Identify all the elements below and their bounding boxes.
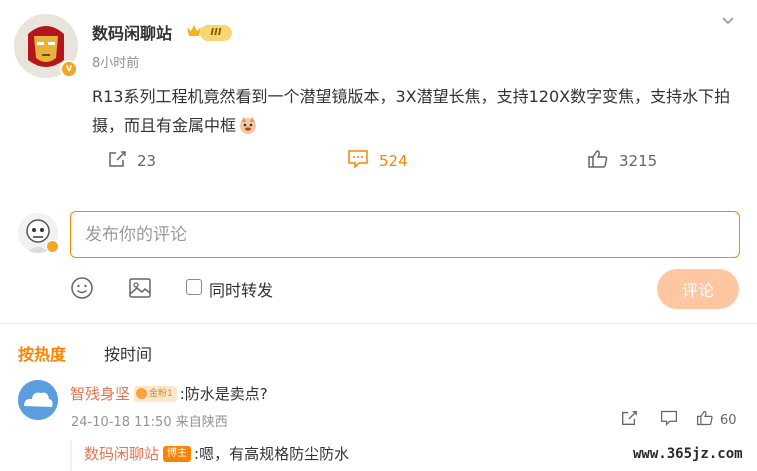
comment-share-button[interactable]	[620, 409, 638, 431]
member-level-badge[interactable]: III	[200, 25, 232, 41]
reply-item: 数码闲聊站 博主 :嗯，有高规格防尘防水	[84, 443, 349, 464]
post-content: R13系列工程机竟然看到一个潜望镜版本，3X潜望长焦，支持120X数字变焦，支持…	[92, 82, 742, 144]
verified-badge-icon: v	[60, 60, 78, 78]
reply-author-name[interactable]: 数码闲聊站	[84, 443, 159, 464]
repost-checkbox-label[interactable]: 同时转发	[209, 277, 273, 301]
divider	[0, 323, 757, 324]
like-count: 3215	[619, 152, 658, 170]
commenter-name[interactable]: 智残身坚	[70, 383, 130, 404]
tab-sort-by-hot[interactable]: 按热度	[18, 341, 66, 365]
chevron-down-icon[interactable]	[719, 12, 737, 34]
comment-button[interactable]: 524	[347, 150, 408, 172]
post-time[interactable]: 8小时前	[92, 52, 139, 71]
verified-badge-icon	[46, 240, 59, 253]
comment-meta: 24-10-18 11:50 来自陕西	[71, 415, 228, 430]
post-text: R13系列工程机竟然看到一个潜望镜版本，3X潜望长焦，支持120X数字变焦，支持…	[92, 87, 731, 135]
fan-badge[interactable]: 金粉1	[134, 385, 177, 402]
repost-checkbox[interactable]	[186, 279, 202, 295]
comment-input[interactable]	[70, 211, 740, 258]
comment-icon	[660, 409, 678, 431]
comment-count: 524	[379, 152, 408, 170]
emoji-picker-icon[interactable]	[69, 275, 95, 301]
fan-badge-label: 金粉1	[149, 388, 173, 399]
author-name[interactable]: 数码闲聊站	[92, 20, 172, 44]
share-icon	[620, 409, 638, 431]
comment-item: 智残身坚 金粉1 :防水是卖点?	[70, 383, 268, 404]
commenter-avatar[interactable]	[18, 380, 58, 420]
comment-text: :防水是卖点?	[179, 385, 268, 403]
comment-like-count: 60	[720, 412, 737, 428]
owner-badge: 博主	[163, 445, 192, 462]
submit-comment-button[interactable]: 评论	[657, 269, 739, 309]
thumbs-up-icon	[587, 149, 609, 173]
fan-badge-icon	[136, 388, 148, 399]
repost-icon	[107, 149, 127, 173]
reply-thread-line	[70, 440, 72, 471]
image-upload-icon[interactable]	[127, 275, 153, 301]
repost-button[interactable]: 23	[107, 150, 156, 172]
doge-emoji-icon	[238, 115, 258, 144]
tab-sort-by-time[interactable]: 按时间	[104, 341, 152, 365]
reply-text: :嗯，有高规格防尘防水	[194, 445, 350, 463]
comment-reply-button[interactable]	[660, 409, 678, 431]
comment-icon	[347, 149, 369, 173]
thumbs-up-icon	[696, 409, 714, 431]
watermark: www.365jz.com	[633, 446, 743, 462]
comment-like-button[interactable]: 60	[696, 409, 737, 431]
like-button[interactable]: 3215	[587, 150, 657, 172]
repost-count: 23	[137, 152, 157, 170]
